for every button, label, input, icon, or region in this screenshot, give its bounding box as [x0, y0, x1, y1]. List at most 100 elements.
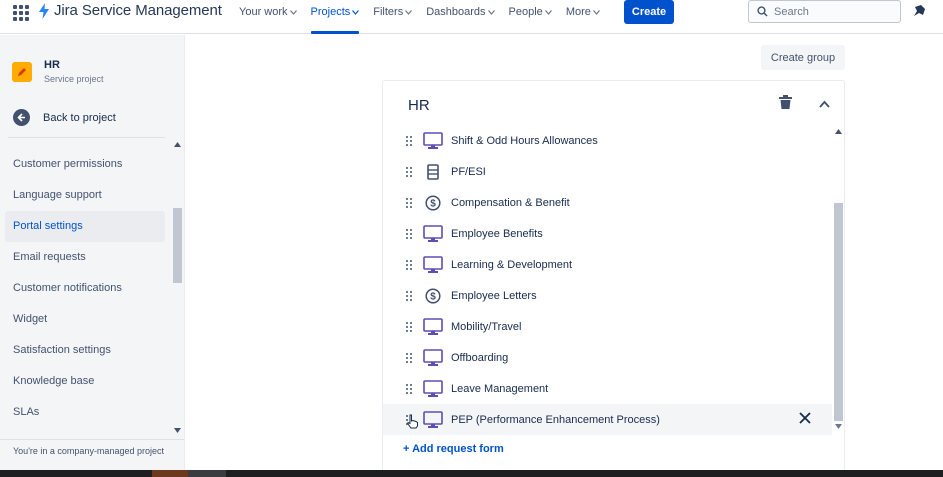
nav-label: Dashboards — [426, 6, 486, 18]
sidebar-item-knowledge-base[interactable]: Knowledge base — [5, 366, 165, 397]
search-placeholder: Search — [774, 5, 809, 18]
create-button[interactable]: Create — [624, 0, 674, 24]
request-form-row[interactable]: Leave Management — [383, 373, 832, 404]
chevron-down-icon — [289, 8, 297, 17]
project-name: HR — [44, 59, 60, 71]
nav-label: Filters — [373, 6, 404, 18]
nav-people[interactable]: People — [502, 0, 559, 34]
nav-more[interactable]: More — [559, 0, 607, 34]
drag-handle-icon[interactable] — [406, 135, 412, 146]
notifications-icon[interactable] — [912, 4, 926, 18]
search-input[interactable]: Search — [748, 0, 901, 23]
drag-handle-icon[interactable] — [406, 166, 412, 177]
chevron-down-icon — [592, 8, 600, 17]
back-to-project-link[interactable]: Back to project — [13, 109, 116, 126]
request-form-row[interactable]: PF/ESI — [383, 156, 832, 187]
request-form-label: Compensation & Benefit — [451, 196, 570, 209]
drag-handle-icon[interactable] — [406, 383, 412, 394]
request-form-label: Offboarding — [451, 351, 509, 364]
request-form-label: Mobility/Travel — [451, 320, 522, 333]
scroll-up-arrow-icon[interactable] — [835, 129, 842, 134]
sidebar-item-satisfaction-settings[interactable]: Satisfaction settings — [5, 335, 165, 366]
form-list-scrollbar[interactable] — [833, 125, 844, 431]
arrow-left-icon — [13, 109, 30, 126]
request-form-row[interactable]: $ Employee Letters — [383, 280, 832, 311]
nav-filters[interactable]: Filters — [366, 0, 419, 34]
monitor-icon — [422, 410, 444, 429]
sidebar-item-email-requests[interactable]: Email requests — [5, 242, 165, 273]
svg-text:$: $ — [430, 198, 436, 209]
request-form-label: PEP (Performance Enhancement Process) — [451, 413, 660, 426]
chevron-up-icon[interactable] — [819, 100, 830, 108]
nav-dashboards[interactable]: Dashboards — [419, 0, 501, 34]
monitor-icon — [422, 224, 444, 243]
request-form-row[interactable]: Shift & Odd Hours Allowances — [383, 125, 832, 156]
chevron-down-icon — [487, 8, 495, 17]
sidebar-footer-divider — [0, 439, 184, 440]
monitor-icon — [422, 255, 444, 274]
request-form-row[interactable]: $ Compensation & Benefit — [383, 187, 832, 218]
drag-handle-icon[interactable] — [406, 197, 412, 208]
back-label: Back to project — [43, 111, 116, 124]
request-form-row[interactable]: Learning & Development — [383, 249, 832, 280]
sidebar-scroll-thumb[interactable] — [173, 208, 182, 283]
request-form-list: Shift & Odd Hours Allowances PF/ESI $ Compe… — [383, 125, 832, 435]
chevron-down-icon — [405, 8, 413, 17]
add-request-form-link[interactable]: + Add request form — [403, 443, 504, 455]
monitor-icon — [422, 317, 444, 336]
hand-cursor-icon — [406, 414, 419, 434]
sidebar-scrollbar[interactable] — [172, 138, 184, 438]
scroll-down-arrow-icon[interactable] — [835, 424, 842, 429]
pencil-icon — [18, 68, 26, 76]
drag-handle-icon[interactable] — [406, 352, 412, 363]
sidebar-item-portal-settings[interactable]: Portal settings — [5, 211, 165, 242]
drag-handle-icon[interactable] — [406, 290, 412, 301]
drag-handle-icon[interactable] — [406, 321, 412, 332]
trash-icon[interactable] — [779, 95, 792, 109]
app-switcher-icon[interactable] — [13, 5, 29, 21]
sidebar-item-slas[interactable]: SLAs — [5, 397, 165, 428]
request-form-label: Shift & Odd Hours Allowances — [451, 134, 598, 147]
request-form-label: Employee Benefits — [451, 227, 543, 240]
monitor-icon — [422, 379, 444, 398]
remove-form-icon[interactable] — [798, 411, 812, 430]
chevron-down-icon — [544, 8, 552, 17]
taskbar-item — [188, 470, 226, 477]
request-form-label: Learning & Development — [451, 258, 573, 271]
request-type-group-panel: HR Shift & Odd Hours Allowances PF/ESI $ Co… — [382, 80, 845, 472]
monitor-icon — [422, 131, 444, 150]
drag-handle-icon[interactable] — [406, 228, 412, 239]
project-sidebar: HR Service project Back to project Custo… — [0, 35, 185, 470]
product-logo[interactable]: Jira Service Management — [38, 2, 222, 19]
group-title: HR — [408, 97, 430, 114]
nav-label: Projects — [310, 6, 351, 18]
primary-nav: Your work Projects Filters Dashboards People… — [232, 0, 607, 34]
taskbar-strip — [0, 470, 943, 477]
request-form-row[interactable]: Mobility/Travel — [383, 311, 832, 342]
server-icon — [422, 163, 444, 180]
request-form-row[interactable]: Employee Benefits — [383, 218, 832, 249]
scroll-up-arrow-icon[interactable] — [174, 142, 181, 147]
drag-handle-icon[interactable] — [406, 259, 412, 270]
dollar-circle-icon: $ — [422, 287, 444, 304]
nav-your-work[interactable]: Your work — [232, 0, 304, 34]
sidebar-item-language-support[interactable]: Language support — [5, 180, 165, 211]
taskbar-item — [152, 470, 188, 477]
create-group-button[interactable]: Create group — [761, 45, 845, 70]
dollar-circle-icon: $ — [422, 194, 444, 211]
request-form-row[interactable]: PEP (Performance Enhancement Process) — [383, 404, 832, 435]
sidebar-divider — [8, 137, 165, 138]
sidebar-item-customer-permissions[interactable]: Customer permissions — [5, 149, 165, 180]
project-avatar — [12, 62, 32, 82]
project-header[interactable]: HR Service project — [12, 59, 104, 84]
request-form-label: Leave Management — [451, 382, 549, 395]
scroll-down-arrow-icon[interactable] — [174, 428, 181, 433]
nav-projects[interactable]: Projects — [304, 0, 367, 34]
sidebar-item-widget[interactable]: Widget — [5, 304, 165, 335]
request-form-label: Employee Letters — [451, 289, 537, 302]
sidebar-item-customer-notifications[interactable]: Customer notifications — [5, 273, 165, 304]
request-form-row[interactable]: Offboarding — [383, 342, 832, 373]
svg-text:$: $ — [430, 291, 436, 302]
form-list-scroll-thumb[interactable] — [834, 203, 843, 421]
product-name: Jira Service Management — [54, 2, 222, 19]
